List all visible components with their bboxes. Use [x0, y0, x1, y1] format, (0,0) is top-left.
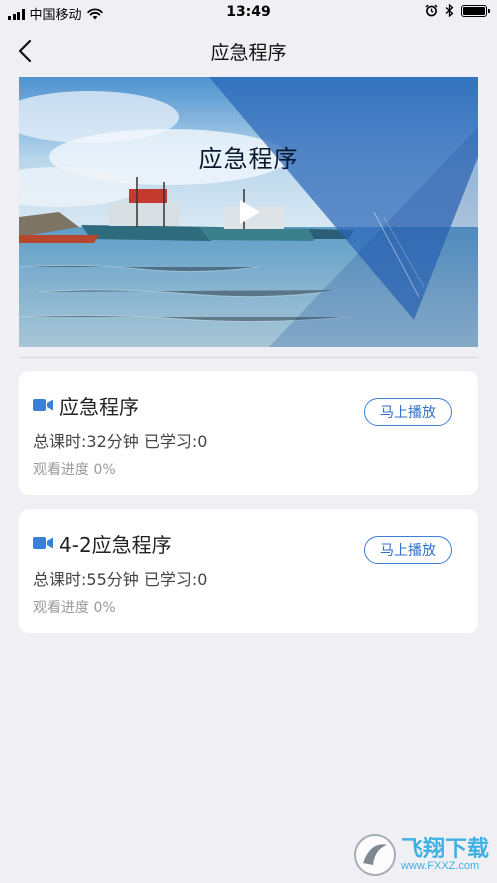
watermark: 飞翔下载 www.FXXZ.com — [353, 833, 489, 877]
video-camera-icon — [33, 399, 53, 411]
watermark-brand: 飞翔下载 — [400, 836, 489, 861]
video-camera-icon — [33, 537, 53, 549]
play-icon[interactable] — [234, 197, 264, 227]
course-meta: 总课时:32分钟 已学习:0 — [33, 432, 208, 451]
page-title: 应急程序 — [210, 42, 287, 64]
play-now-button[interactable]: 马上播放 — [364, 398, 452, 426]
status-right — [425, 4, 490, 17]
alarm-icon — [425, 4, 438, 17]
course-title: 应急程序 — [59, 395, 139, 419]
play-now-button[interactable]: 马上播放 — [364, 536, 452, 564]
course-progress: 观看进度 0% — [33, 600, 116, 616]
bluetooth-icon — [445, 4, 454, 17]
course-meta: 总课时:55分钟 已学习:0 — [33, 570, 208, 589]
battery-icon — [461, 4, 490, 17]
course-card[interactable]: 应急程序 总课时:32分钟 已学习:0 观看进度 0% 马上播放 — [19, 371, 478, 495]
course-card[interactable]: 4-2应急程序 总课时:55分钟 已学习:0 观看进度 0% 马上播放 — [19, 509, 478, 633]
status-time: 13:49 — [226, 4, 271, 20]
divider — [19, 357, 478, 358]
status-bar: 中国移动 13:49 — [0, 0, 497, 26]
watermark-url: www.FXXZ.com — [400, 860, 480, 872]
nav-bar: 应急程序 — [0, 26, 497, 76]
course-title: 4-2应急程序 — [59, 533, 172, 557]
course-progress: 观看进度 0% — [33, 462, 116, 478]
course-banner[interactable]: 应急程序 — [19, 77, 478, 347]
banner-title: 应急程序 — [198, 145, 299, 173]
watermark-logo-icon — [353, 834, 396, 876]
